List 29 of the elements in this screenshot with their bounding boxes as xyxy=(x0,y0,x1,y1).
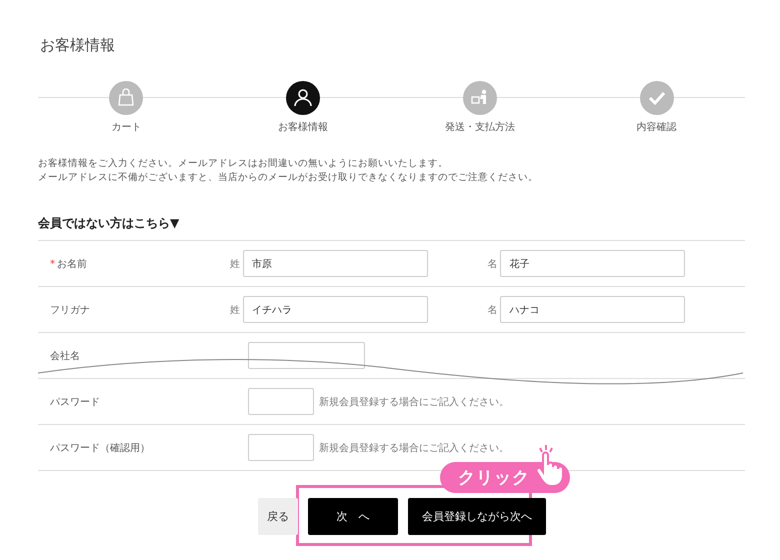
field-prefix: 名 xyxy=(487,304,498,316)
input-field[interactable]: イチハラ xyxy=(242,296,428,323)
step-label: カート xyxy=(111,121,142,134)
input-field[interactable]: 市原 xyxy=(242,250,428,277)
hint-text: 新規会員登録する場合にご記入ください。 xyxy=(319,442,509,454)
step-label: 発送・支払方法 xyxy=(444,120,515,134)
step-label: 内容確認 xyxy=(636,120,677,134)
field-prefix: 名 xyxy=(487,258,498,270)
next-button[interactable]: 会員登録しながら次へ xyxy=(408,498,546,535)
field-label: パスワード（確認用） xyxy=(49,442,151,454)
password-field[interactable] xyxy=(248,388,314,415)
field-label: 会社名 xyxy=(49,350,81,362)
field-label: パスワード xyxy=(49,396,101,408)
next-button[interactable]: 次 へ xyxy=(308,498,398,535)
field-label: フリガナ xyxy=(49,304,91,316)
hint-text: 新規会員登録する場合にご記入ください。 xyxy=(319,396,509,408)
field-prefix: 姓 xyxy=(230,304,241,316)
intro-text: メールアドレスに不備がございますと、当店からのメールがお受け取りできなくなりますのでご注意ください。 xyxy=(38,171,539,185)
input-field[interactable] xyxy=(248,342,365,369)
password-field[interactable] xyxy=(248,434,314,461)
intro-text: お客様情報をご入力ください。メールアドレスはお間違いの無いようにお願いいたします。 xyxy=(38,157,449,171)
section-heading: 会員ではない方はこちら▼ xyxy=(38,215,180,232)
input-field[interactable]: 花子 xyxy=(500,250,686,277)
input-field[interactable]: ハナコ xyxy=(500,296,686,323)
field-prefix: 姓 xyxy=(230,258,241,270)
field-label: * お名前 xyxy=(49,258,88,270)
page-title: お客様情報 xyxy=(40,36,116,55)
step-label: お客様情報 xyxy=(278,120,328,134)
back-button[interactable]: 戻る xyxy=(258,498,298,535)
